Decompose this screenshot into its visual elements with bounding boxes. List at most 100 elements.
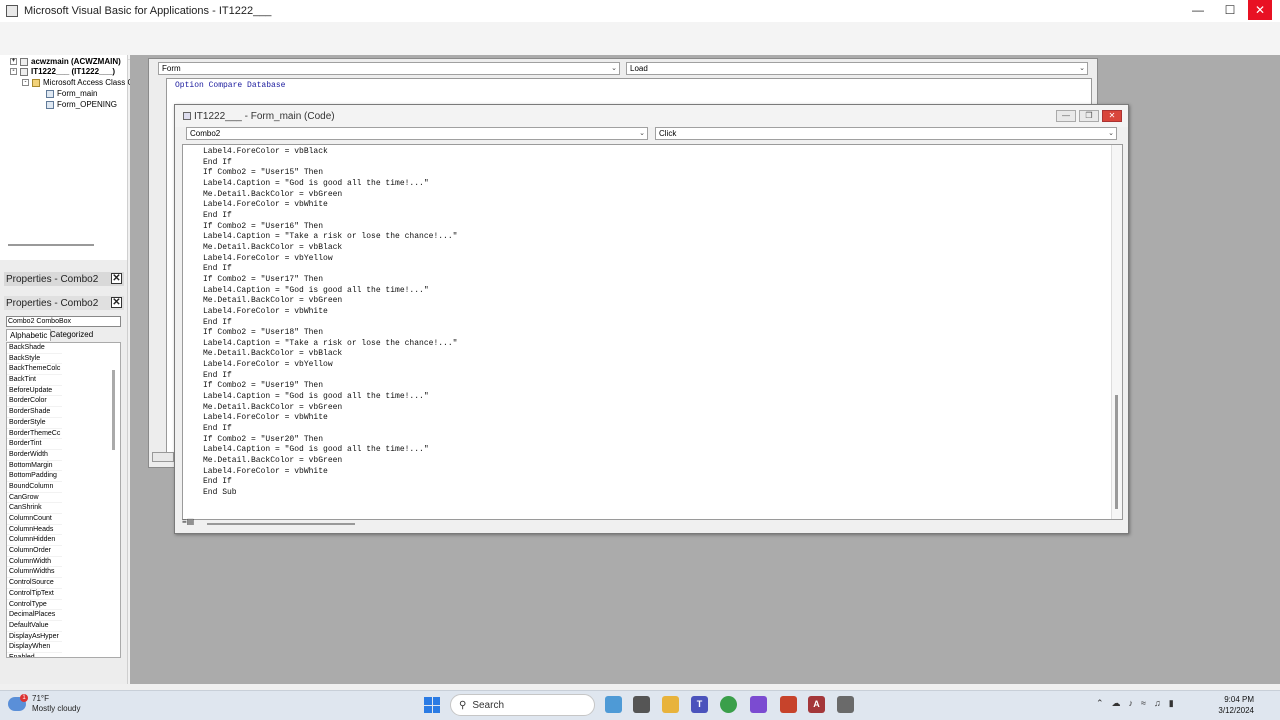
code-editor[interactable]: Label4.ForeColor = vbBlack End If If Combo… [182, 144, 1123, 520]
tree-item-it1222[interactable]: - IT1222___ (IT1222___) [10, 67, 115, 76]
property-row[interactable]: BorderTint [7, 439, 62, 450]
property-row[interactable]: BorderStyle [7, 418, 62, 429]
notification-badge: 1 [20, 694, 28, 702]
code-window: IT1222___ - Form_main (Code) — ❐ ✕ Combo… [174, 104, 1129, 534]
property-row[interactable]: ColumnOrder [7, 546, 62, 557]
code-vscrollbar[interactable] [1111, 145, 1122, 519]
collapse-icon[interactable]: - [22, 79, 29, 86]
properties-vscrollbar[interactable] [112, 370, 115, 450]
expand-icon[interactable]: + [10, 58, 17, 65]
property-row[interactable]: ColumnWidths [7, 567, 62, 579]
clock[interactable]: 9:04 PM 3/12/2024 [1212, 694, 1254, 716]
chrome-icon[interactable] [720, 696, 737, 713]
file-explorer-icon[interactable] [662, 696, 679, 713]
property-row[interactable]: ColumnHeads [7, 525, 62, 536]
code-line: If Combo2 = "User16" Then [203, 221, 324, 231]
view-mode-buttons[interactable]: ≡▤ [182, 518, 204, 528]
access-icon[interactable]: A [808, 696, 825, 713]
property-row[interactable]: BoundColumn [7, 482, 62, 493]
tree-item-label: IT1222___ (IT1222___) [31, 67, 116, 76]
task-view-icon[interactable] [633, 696, 650, 713]
property-row[interactable]: Enabled [7, 653, 62, 657]
onedrive-icon[interactable]: ☁ [1112, 698, 1121, 709]
teams-icon[interactable]: T [691, 696, 708, 713]
office-icon[interactable] [780, 696, 797, 713]
code-line: End If [203, 317, 232, 327]
close-icon[interactable]: ✕ [111, 297, 122, 308]
tree-item-form-main[interactable]: Form_main [46, 89, 97, 98]
property-row[interactable]: BackShade [7, 343, 62, 354]
clock-time: 9:04 PM [1224, 695, 1254, 704]
property-row[interactable]: DecimalPlaces [7, 610, 62, 621]
tab-categorized[interactable]: Categorized [47, 329, 96, 341]
minimize-button[interactable]: — [1183, 0, 1213, 20]
property-row[interactable]: ControlTipText [7, 589, 62, 600]
properties-object-value: Combo2 ComboBox [8, 318, 72, 325]
property-row[interactable]: ColumnHidden [7, 535, 62, 547]
battery-icon[interactable]: ▮ [1169, 698, 1174, 709]
code-line: Label4.ForeColor = vbWhite [203, 200, 328, 210]
property-row[interactable]: DefaultValue [7, 621, 62, 632]
collapse-icon[interactable]: - [10, 68, 17, 75]
tree-item-form-opening[interactable]: Form_OPENING [46, 100, 117, 109]
property-row[interactable]: BorderThemeCc [7, 429, 62, 440]
property-row[interactable]: CanShrink [7, 503, 62, 514]
property-row[interactable]: BottomMargin [7, 461, 62, 472]
close-icon[interactable]: ✕ [111, 273, 122, 284]
code-line: Me.Detail.BackColor = vbGreen [203, 456, 343, 466]
back-view-buttons[interactable] [152, 452, 174, 462]
form-module-icon [46, 89, 54, 98]
title-bar: Microsoft Visual Basic for Applications … [0, 0, 1280, 22]
property-row[interactable]: BackTint [7, 375, 62, 386]
tree-item-acwzmain[interactable]: + acwzmain (ACWZMAIN) [10, 57, 121, 66]
code-window-titlebar[interactable]: IT1222___ - Form_main (Code) [175, 105, 1128, 127]
taskbar-search[interactable]: ⚲ Search [450, 694, 595, 716]
code-line: If Combo2 = "User19" Then [203, 381, 324, 391]
vba-editor-icon[interactable] [837, 696, 854, 713]
code-line: Me.Detail.BackColor = vbBlack [203, 242, 343, 252]
property-row[interactable]: BeforeUpdate [7, 386, 62, 397]
chevron-up-icon[interactable]: ⌃ [1096, 698, 1104, 709]
visual-studio-icon[interactable] [750, 696, 767, 713]
properties-title: Properties - Combo2 ✕ [4, 272, 124, 286]
property-row[interactable]: ControlType [7, 600, 62, 611]
project-hscrollbar[interactable] [8, 244, 94, 246]
volume-icon[interactable]: ♫ [1154, 698, 1161, 709]
maximize-button[interactable]: ☐ [1215, 0, 1245, 20]
back-object-combo[interactable]: Form ⌄ [158, 62, 620, 75]
project-explorer: + acwzmain (ACWZMAIN) - IT1222___ (IT122… [0, 55, 134, 260]
property-row[interactable]: DisplayAsHyper [7, 632, 62, 643]
microphone-icon[interactable]: ♪ [1129, 698, 1134, 709]
property-row[interactable]: BorderColor [7, 396, 62, 408]
code-window-minimize-button[interactable]: — [1056, 110, 1076, 122]
code-hscrollbar[interactable] [207, 523, 355, 525]
property-row[interactable]: CanGrow [7, 493, 62, 504]
tree-item-class-objects[interactable]: - Microsoft Access Class O [22, 78, 134, 87]
code-vscroll-thumb[interactable] [1115, 395, 1118, 509]
property-row[interactable]: DisplayWhen [7, 642, 62, 653]
wifi-icon[interactable]: ≈ [1141, 698, 1146, 709]
back-proc-combo[interactable]: Load ⌄ [626, 62, 1088, 75]
code-window-close-button[interactable]: ✕ [1102, 110, 1122, 122]
code-line: Label4.ForeColor = vbBlack [203, 147, 328, 156]
property-row[interactable]: BorderWidth [7, 450, 62, 461]
property-row[interactable]: ControlSource [7, 578, 62, 589]
property-row[interactable]: ColumnCount [7, 514, 62, 525]
tab-alphabetic[interactable]: Alphabetic [6, 329, 52, 341]
property-row[interactable]: BottomPadding [7, 471, 62, 482]
procedure-combo[interactable]: Click ⌄ [655, 127, 1117, 140]
weather-widget[interactable]: 1 71°F Mostly cloudy [8, 694, 80, 714]
properties-object-combo[interactable]: Combo2 ComboBox [6, 316, 121, 327]
object-combo[interactable]: Combo2 ⌄ [186, 127, 648, 140]
close-button[interactable]: ✕ [1248, 0, 1272, 20]
start-button[interactable] [424, 697, 440, 713]
property-row[interactable]: BorderShade [7, 407, 62, 418]
property-row[interactable]: BackStyle [7, 354, 62, 365]
chevron-down-icon: ⌄ [1079, 65, 1085, 72]
property-row[interactable]: BackThemeColc [7, 364, 62, 376]
code-line: Label4.Caption = "God is good all the ti… [203, 392, 429, 402]
code-line: Label4.Caption = "Take a risk or lose th… [203, 338, 458, 348]
property-row[interactable]: ColumnWidth [7, 557, 62, 568]
code-window-restore-button[interactable]: ❐ [1079, 110, 1099, 122]
copilot-icon[interactable] [605, 696, 622, 713]
